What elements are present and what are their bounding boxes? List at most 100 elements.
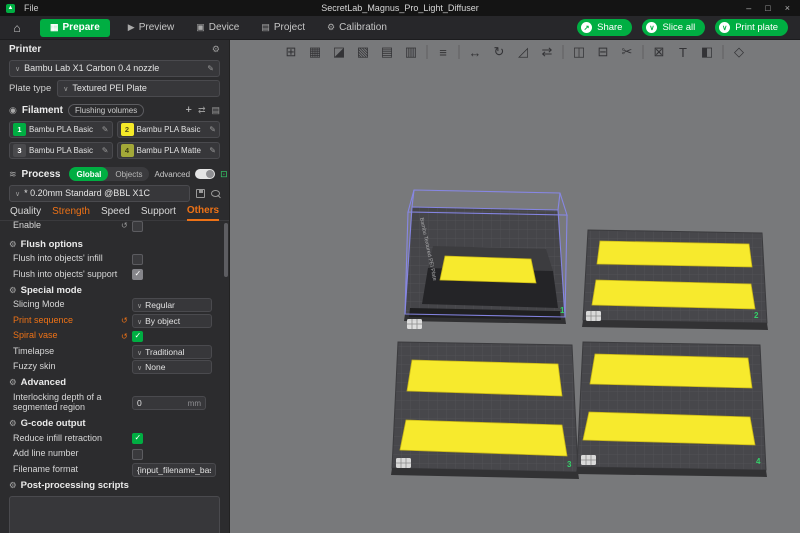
rotate-icon[interactable]: ↻ xyxy=(491,43,508,61)
tab-device-label: Device xyxy=(209,22,240,33)
home-icon[interactable]: ⌂ xyxy=(8,21,26,35)
spiral-vase-label: Spiral vase xyxy=(13,331,121,341)
color-painting-icon[interactable]: ◧ xyxy=(699,43,716,61)
reset-print-sequence-icon[interactable]: ↺ xyxy=(121,316,132,325)
add-plate-icon[interactable]: ▦ xyxy=(307,43,324,61)
slicing-mode-select[interactable]: Regular xyxy=(132,298,212,312)
reset-spiral-vase-icon[interactable]: ↺ xyxy=(121,332,132,341)
add-line-number-label: Add line number xyxy=(13,449,121,459)
variable-layer-height-icon[interactable]: ▥ xyxy=(403,43,420,61)
share-button[interactable]: ↗ Share xyxy=(577,19,632,36)
plate-settings-icon[interactable] xyxy=(407,319,422,329)
build-scene[interactable]: 2 xyxy=(230,40,800,533)
text-tool-icon[interactable]: T xyxy=(675,43,692,61)
plate-1-active[interactable]: Bambu Textured PEI Plate 1 xyxy=(404,190,567,329)
plate-3[interactable]: 3 xyxy=(391,342,579,479)
edit-filament-icon[interactable]: ✎ xyxy=(102,146,109,155)
viewport-3d[interactable]: ⊞ ▦ ◪ ▧ ▤ ▥ ≡ ↔ ↻ ◿ ⇄ ◫ ⊟ ✂ ⊠ T ◧ xyxy=(230,40,800,533)
tab-support[interactable]: Support xyxy=(141,203,176,221)
maximize-button[interactable]: □ xyxy=(765,3,770,13)
split-to-objects-icon[interactable]: ◫ xyxy=(571,43,588,61)
interlocking-input[interactable] xyxy=(137,398,186,408)
printer-header-label: Printer xyxy=(9,44,41,55)
add-line-number-checkbox[interactable] xyxy=(132,449,143,460)
edit-filament-icon[interactable]: ✎ xyxy=(102,125,109,134)
edit-printer-icon[interactable]: ✎ xyxy=(207,64,214,73)
model-diffuser-panel[interactable] xyxy=(592,280,755,309)
advanced-toggle[interactable] xyxy=(195,169,215,179)
move-icon[interactable]: ↔ xyxy=(467,43,484,61)
plate-number: 3 xyxy=(567,460,572,469)
assembly-view-icon[interactable]: ◇ xyxy=(731,43,748,61)
model-yellow-diffuser[interactable] xyxy=(440,256,536,283)
flush-infill-checkbox[interactable] xyxy=(132,254,143,265)
mirror-icon[interactable]: ⇄ xyxy=(539,43,556,61)
plate-settings-icon[interactable] xyxy=(581,455,596,465)
flatten-icon[interactable]: ▤ xyxy=(379,43,396,61)
slice-all-button[interactable]: ∨ Slice all xyxy=(642,19,705,36)
flushing-volumes-button[interactable]: Flushing volumes xyxy=(68,104,144,117)
spiral-vase-checkbox[interactable] xyxy=(132,331,143,342)
print-sequence-select[interactable]: By object xyxy=(132,314,212,328)
fuzzy-skin-select[interactable]: None xyxy=(132,360,212,374)
tab-project[interactable]: ▤ Project xyxy=(257,19,309,37)
model-diffuser-panel[interactable] xyxy=(590,354,752,388)
enable-checkbox[interactable] xyxy=(132,221,143,232)
model-diffuser-panel[interactable] xyxy=(400,420,567,456)
timelapse-select[interactable]: Traditional xyxy=(132,345,212,359)
reduce-infill-checkbox[interactable] xyxy=(132,433,143,444)
scope-objects[interactable]: Objects xyxy=(108,167,149,181)
mesh-boolean-icon[interactable]: ⊠ xyxy=(651,43,668,61)
file-menu[interactable]: File xyxy=(20,3,43,13)
add-filament-button[interactable]: + xyxy=(186,104,192,116)
filename-format-input[interactable] xyxy=(137,465,211,475)
save-preset-icon[interactable] xyxy=(196,189,205,198)
printer-select[interactable]: Bambu Lab X1 Carbon 0.4 nozzle ✎ xyxy=(9,60,220,77)
model-diffuser-panel[interactable] xyxy=(583,412,755,445)
tab-others[interactable]: Others xyxy=(187,203,219,221)
edit-filaments-icon[interactable]: ▤ xyxy=(211,105,220,116)
add-object-icon[interactable]: ⊞ xyxy=(283,43,300,61)
tab-quality[interactable]: Quality xyxy=(10,203,41,221)
advanced-section: ⚙ Advanced xyxy=(0,375,229,390)
plate-type-select[interactable]: Textured PEI Plate xyxy=(57,80,220,97)
filament-slot-4[interactable]: 4 Bambu PLA Matte ✎ xyxy=(117,142,221,159)
tab-calibration[interactable]: ⚙ Calibration xyxy=(323,19,391,37)
sync-filament-icon[interactable]: ⇄ xyxy=(198,105,206,116)
plate-settings-icon[interactable] xyxy=(396,458,411,468)
objects-list-icon[interactable]: ≡ xyxy=(435,43,452,61)
settings-scrollbar[interactable] xyxy=(224,221,228,533)
filament-slot-3[interactable]: 3 Bambu PLA Basic ✎ xyxy=(9,142,113,159)
edit-filament-icon[interactable]: ✎ xyxy=(209,125,216,134)
plate-4[interactable]: 4 xyxy=(576,342,767,477)
cut-icon[interactable]: ✂ xyxy=(619,43,636,61)
minimize-button[interactable]: – xyxy=(746,3,751,13)
scrollbar-thumb[interactable] xyxy=(224,223,228,277)
arrange-all-icon[interactable]: ▧ xyxy=(355,43,372,61)
compare-presets-icon[interactable]: ⊡ xyxy=(220,169,228,180)
post-processing-scripts-textarea[interactable] xyxy=(9,496,220,533)
plate-settings-icon[interactable] xyxy=(586,311,601,321)
filament-slot-2[interactable]: 2 Bambu PLA Basic ✎ xyxy=(117,121,221,138)
process-preset-select[interactable]: * 0.20mm Standard @BBL X1C xyxy=(9,185,190,202)
close-button[interactable]: × xyxy=(785,3,790,13)
reset-icon[interactable]: ↺ xyxy=(121,221,132,230)
printer-settings-gear-icon[interactable]: ⚙ xyxy=(212,44,220,55)
model-diffuser-panel[interactable] xyxy=(407,360,562,396)
plate-2[interactable]: 2 xyxy=(582,230,768,330)
scale-icon[interactable]: ◿ xyxy=(515,43,532,61)
print-plate-button[interactable]: ∨ Print plate xyxy=(715,19,788,36)
tab-device[interactable]: ▣ Device xyxy=(192,19,243,37)
model-diffuser-panel[interactable] xyxy=(597,241,752,267)
filament-slot-1[interactable]: 1 Bambu PLA Basic ✎ xyxy=(9,121,113,138)
tab-speed[interactable]: Speed xyxy=(101,203,130,221)
edit-filament-icon[interactable]: ✎ xyxy=(209,146,216,155)
tab-prepare[interactable]: ▦ Prepare xyxy=(40,19,110,37)
scope-global[interactable]: Global xyxy=(69,167,108,181)
auto-orient-icon[interactable]: ◪ xyxy=(331,43,348,61)
flush-support-checkbox[interactable] xyxy=(132,269,143,280)
tab-preview[interactable]: ▶ Preview xyxy=(124,19,179,37)
tab-strength[interactable]: Strength xyxy=(52,203,90,221)
split-to-parts-icon[interactable]: ⊟ xyxy=(595,43,612,61)
search-settings-icon[interactable] xyxy=(211,190,220,197)
